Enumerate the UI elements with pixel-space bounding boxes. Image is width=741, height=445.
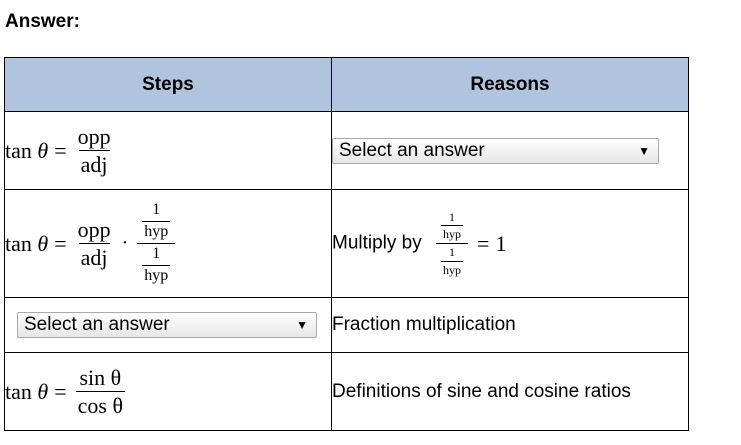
reasons-column-header: Reasons	[331, 57, 689, 112]
step-cell: tan θ = opp adj · 1 hyp 1 hyp	[4, 189, 332, 298]
numerator: 1	[449, 245, 456, 259]
equals-sign: =	[54, 230, 67, 256]
select-value: Select an answer	[24, 314, 170, 335]
reason-cell: Definitions of sine and cosine ratios	[331, 352, 689, 431]
reason-text: Fraction multiplication	[332, 314, 516, 335]
fraction: opp adj	[76, 218, 113, 269]
step-expression: tan θ = opp adj · 1 hyp 1 hyp	[5, 202, 178, 284]
proof-table: Steps Reasons tan θ = opp adj Select an …	[4, 57, 689, 431]
table-row: tan θ = opp adj Select an answer ▼	[4, 111, 689, 190]
step-cell: Select an answer ▼	[4, 297, 332, 353]
complex-denominator: 1 hyp	[137, 243, 176, 285]
step-cell: tan θ = opp adj	[4, 111, 332, 190]
tan-label: tan	[5, 137, 32, 163]
numerator: opp	[77, 216, 111, 242]
denominator: hyp	[142, 221, 171, 241]
denominator: adj	[78, 150, 110, 177]
theta-symbol: θ	[37, 230, 49, 256]
complex-numerator: 1 hyp	[436, 211, 468, 243]
reason-cell: Fraction multiplication	[331, 297, 689, 353]
equals-sign: =	[477, 230, 490, 256]
select-value: Select an answer	[339, 139, 485, 161]
reason-expression: 1 hyp 1 hyp = 1	[433, 211, 506, 276]
tan-label: tan	[5, 230, 32, 256]
numerator: sin θ	[79, 364, 122, 390]
step-expression: tan θ = opp adj	[5, 125, 116, 176]
answer-heading: Answer:	[5, 11, 80, 32]
multiply-dot: ·	[121, 232, 129, 254]
numerator: opp	[77, 123, 111, 149]
fraction: sin θ cos θ	[75, 364, 125, 418]
fraction: 1 hyp	[441, 209, 464, 242]
reason-cell: Multiply by 1 hyp 1 hyp = 1	[331, 189, 689, 298]
reason-text: Multiply by	[332, 232, 422, 254]
denominator: cos θ	[75, 391, 125, 418]
complex-denominator: 1 hyp	[436, 243, 469, 277]
rhs-value: 1	[495, 230, 507, 256]
theta-symbol: θ	[37, 137, 49, 163]
reason-text: Definitions of sine and cosine ratios	[332, 380, 631, 402]
chevron-down-icon: ▼	[296, 318, 308, 332]
denominator: adj	[78, 243, 110, 270]
tan-label: tan	[5, 378, 32, 404]
fraction: 1 hyp	[441, 245, 464, 277]
fraction: opp adj	[76, 125, 113, 176]
step-expression: tan θ = sin θ cos θ	[5, 366, 128, 417]
table-header-row: Steps Reasons	[4, 57, 689, 112]
complex-numerator: 1 hyp	[137, 202, 175, 243]
reason-cell: Select an answer ▼	[331, 111, 689, 190]
theta-symbol: θ	[37, 378, 49, 404]
complex-fraction: 1 hyp 1 hyp	[137, 202, 176, 285]
complex-fraction: 1 hyp 1 hyp	[436, 211, 469, 277]
chevron-down-icon: ▼	[638, 143, 650, 158]
reason-select[interactable]: Select an answer ▼	[332, 137, 659, 164]
numerator: 1	[449, 209, 456, 224]
denominator: hyp	[142, 264, 171, 284]
table-row: tan θ = opp adj · 1 hyp 1 hyp Multiply b…	[4, 189, 689, 298]
step-select[interactable]: Select an answer ▼	[17, 312, 317, 338]
table-row: Select an answer ▼ Fraction multiplicati…	[4, 297, 689, 353]
fraction: 1 hyp	[142, 201, 171, 241]
equals-sign: =	[54, 137, 67, 163]
table-row: tan θ = sin θ cos θ Definitions of sine …	[4, 352, 689, 431]
denominator: hyp	[441, 225, 464, 242]
numerator: 1	[152, 201, 161, 219]
numerator: 1	[152, 245, 161, 262]
denominator: hyp	[441, 260, 464, 277]
fraction: 1 hyp	[142, 245, 171, 285]
equals-sign: =	[54, 378, 67, 404]
step-cell: tan θ = sin θ cos θ	[4, 352, 332, 431]
steps-column-header: Steps	[4, 57, 332, 112]
